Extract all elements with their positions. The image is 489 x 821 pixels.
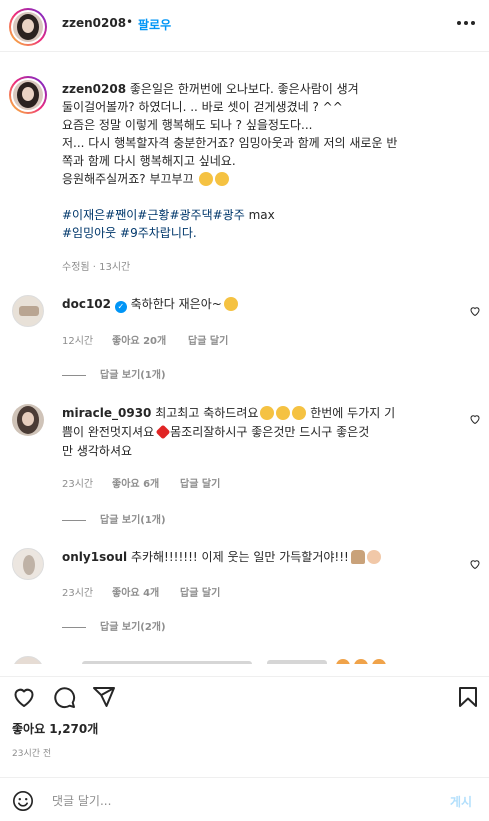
commenter-avatar[interactable]	[12, 656, 44, 664]
comment-line: 쁨이 완전멋지셔요	[62, 425, 155, 439]
comment-line: 축하한다 재은아~	[126, 297, 222, 311]
comment-likes[interactable]: 좋아요 4개	[112, 584, 159, 599]
add-comment-bar: 게시	[0, 777, 489, 821]
comment-like-heart-icon[interactable]	[469, 558, 481, 570]
clapping-hands-emoji-icon	[276, 406, 291, 420]
comment-text: miracle_0930 최고최고 축하드려요 한번에 두가지 기 쁨이 완전멋…	[62, 404, 462, 461]
caption-line: 응원해주실꺼죠? 부끄부끄	[62, 172, 198, 186]
comment-time[interactable]: 12시간	[62, 332, 93, 347]
follow-button[interactable]: 팔로우	[138, 16, 171, 33]
hugging-face-emoji-icon	[199, 172, 214, 186]
comment-like-heart-icon[interactable]	[469, 305, 481, 317]
clapping-hands-emoji-icon	[292, 406, 307, 420]
comment-line: 최고최고 축하드려요	[151, 406, 259, 420]
emoji-icon	[372, 659, 386, 664]
reply-button[interactable]: 답글 달기	[188, 332, 228, 347]
caption-avatar[interactable]	[13, 80, 43, 110]
caption-line: 쪽과 함께 다시 행복해지고 싶네요.	[62, 154, 236, 168]
commenter-avatar[interactable]	[12, 548, 44, 580]
waving-hand-emoji-icon	[366, 550, 381, 564]
comment-line: 만 생각하셔요	[62, 444, 133, 458]
view-replies-button[interactable]: 답글 보기(1개)	[62, 511, 166, 526]
comment-line: 추카해!!!!!!! 이제 웃는 일만 가득할거야!!!	[127, 550, 349, 564]
party-face-emoji-icon	[223, 297, 238, 311]
reply-button[interactable]: 답글 달기	[180, 475, 220, 490]
view-replies-button[interactable]: 답글 보기(1개)	[62, 366, 166, 381]
caption-meta: 수정됨 · 13시간	[62, 262, 131, 273]
emoji-icon	[354, 659, 368, 664]
comment-line: 한번에 두가지 기	[306, 406, 396, 420]
comment-text: doc102 ✓ 축하한다 재은아~	[62, 295, 462, 314]
caption-line: 둘이걸어볼까? 하였더니. .. 바로 셋이 걷게생겼네 ? ^^	[62, 100, 343, 114]
commenter-avatar[interactable]	[12, 404, 44, 436]
commenter-avatar[interactable]	[12, 295, 44, 327]
verified-badge-icon: ✓	[114, 301, 127, 313]
separator-dot: •	[126, 15, 134, 29]
comment-line: 몸조리잘하시구 좋은것만 드시구 좋은것	[170, 425, 370, 439]
caption-line: 저... 다시 행복할자격 충분한거죠? 임밍아웃과 함께 저의 새로운 반	[62, 136, 398, 150]
comment-icon[interactable]	[52, 685, 76, 709]
comment-input[interactable]	[52, 790, 432, 812]
header-username[interactable]: zzen0208	[62, 16, 126, 30]
comment-like-heart-icon[interactable]	[469, 413, 481, 425]
hashtags[interactable]: #이재은#짼이#근황#광주댁#광주	[62, 208, 245, 222]
caption-line: 좋은일은 한꺼번에 오나보다. 좋은사람이 생겨	[126, 82, 359, 96]
reply-button[interactable]: 답글 달기	[180, 584, 220, 599]
share-icon[interactable]	[92, 685, 116, 709]
caption-line: 요즘은 정말 이렇게 행복해도 되나 ? 싶을정도다...	[62, 118, 313, 132]
comment-text: only1soul 추카해!!!!!!! 이제 웃는 일만 가득할거야!!!	[62, 548, 462, 567]
avatar[interactable]	[13, 12, 43, 42]
heart-icon[interactable]	[12, 685, 36, 709]
bookmark-icon[interactable]	[456, 685, 480, 709]
emoji-icon	[336, 659, 350, 664]
red-heart-emoji-icon	[155, 424, 171, 440]
hashtags[interactable]: #임밍아웃 #9주차랍니다.	[62, 224, 482, 242]
emoji-icon[interactable]	[12, 790, 34, 812]
hugging-face-emoji-icon	[215, 172, 230, 186]
hashtag-tail: max	[244, 208, 275, 222]
caption: zzen0208 좋은일은 한꺼번에 오나보다. 좋은사람이 생겨 둘이걸어볼까…	[62, 80, 482, 242]
caption-username[interactable]: zzen0208	[62, 82, 126, 96]
post-button[interactable]: 게시	[450, 793, 472, 810]
folded-hands-emoji-icon	[350, 550, 365, 564]
comment-time[interactable]: 23시간	[62, 584, 93, 599]
comment-username[interactable]: only1soul	[62, 550, 127, 564]
comments-section[interactable]: zzen0208 좋은일은 한꺼번에 오나보다. 좋은사람이 생겨 둘이걸어볼까…	[0, 52, 489, 664]
clapping-hands-emoji-icon	[260, 406, 275, 420]
posted-time[interactable]: 23시간 전	[12, 746, 51, 759]
cut-off-comment	[62, 658, 462, 664]
comment-time[interactable]: 23시간	[62, 475, 93, 490]
comment-username[interactable]: doc102	[62, 297, 111, 311]
likes-count[interactable]: 좋아요 1,270개	[12, 720, 98, 737]
post-header: zzen0208 • 팔로우	[0, 0, 489, 52]
action-bar	[0, 676, 489, 716]
comment-likes[interactable]: 좋아요 20개	[112, 332, 166, 347]
view-replies-button[interactable]: 답글 보기(2개)	[62, 618, 166, 633]
more-options-icon[interactable]	[457, 21, 475, 27]
comment-username[interactable]: miracle_0930	[62, 406, 151, 420]
comment-likes[interactable]: 좋아요 6개	[112, 475, 159, 490]
